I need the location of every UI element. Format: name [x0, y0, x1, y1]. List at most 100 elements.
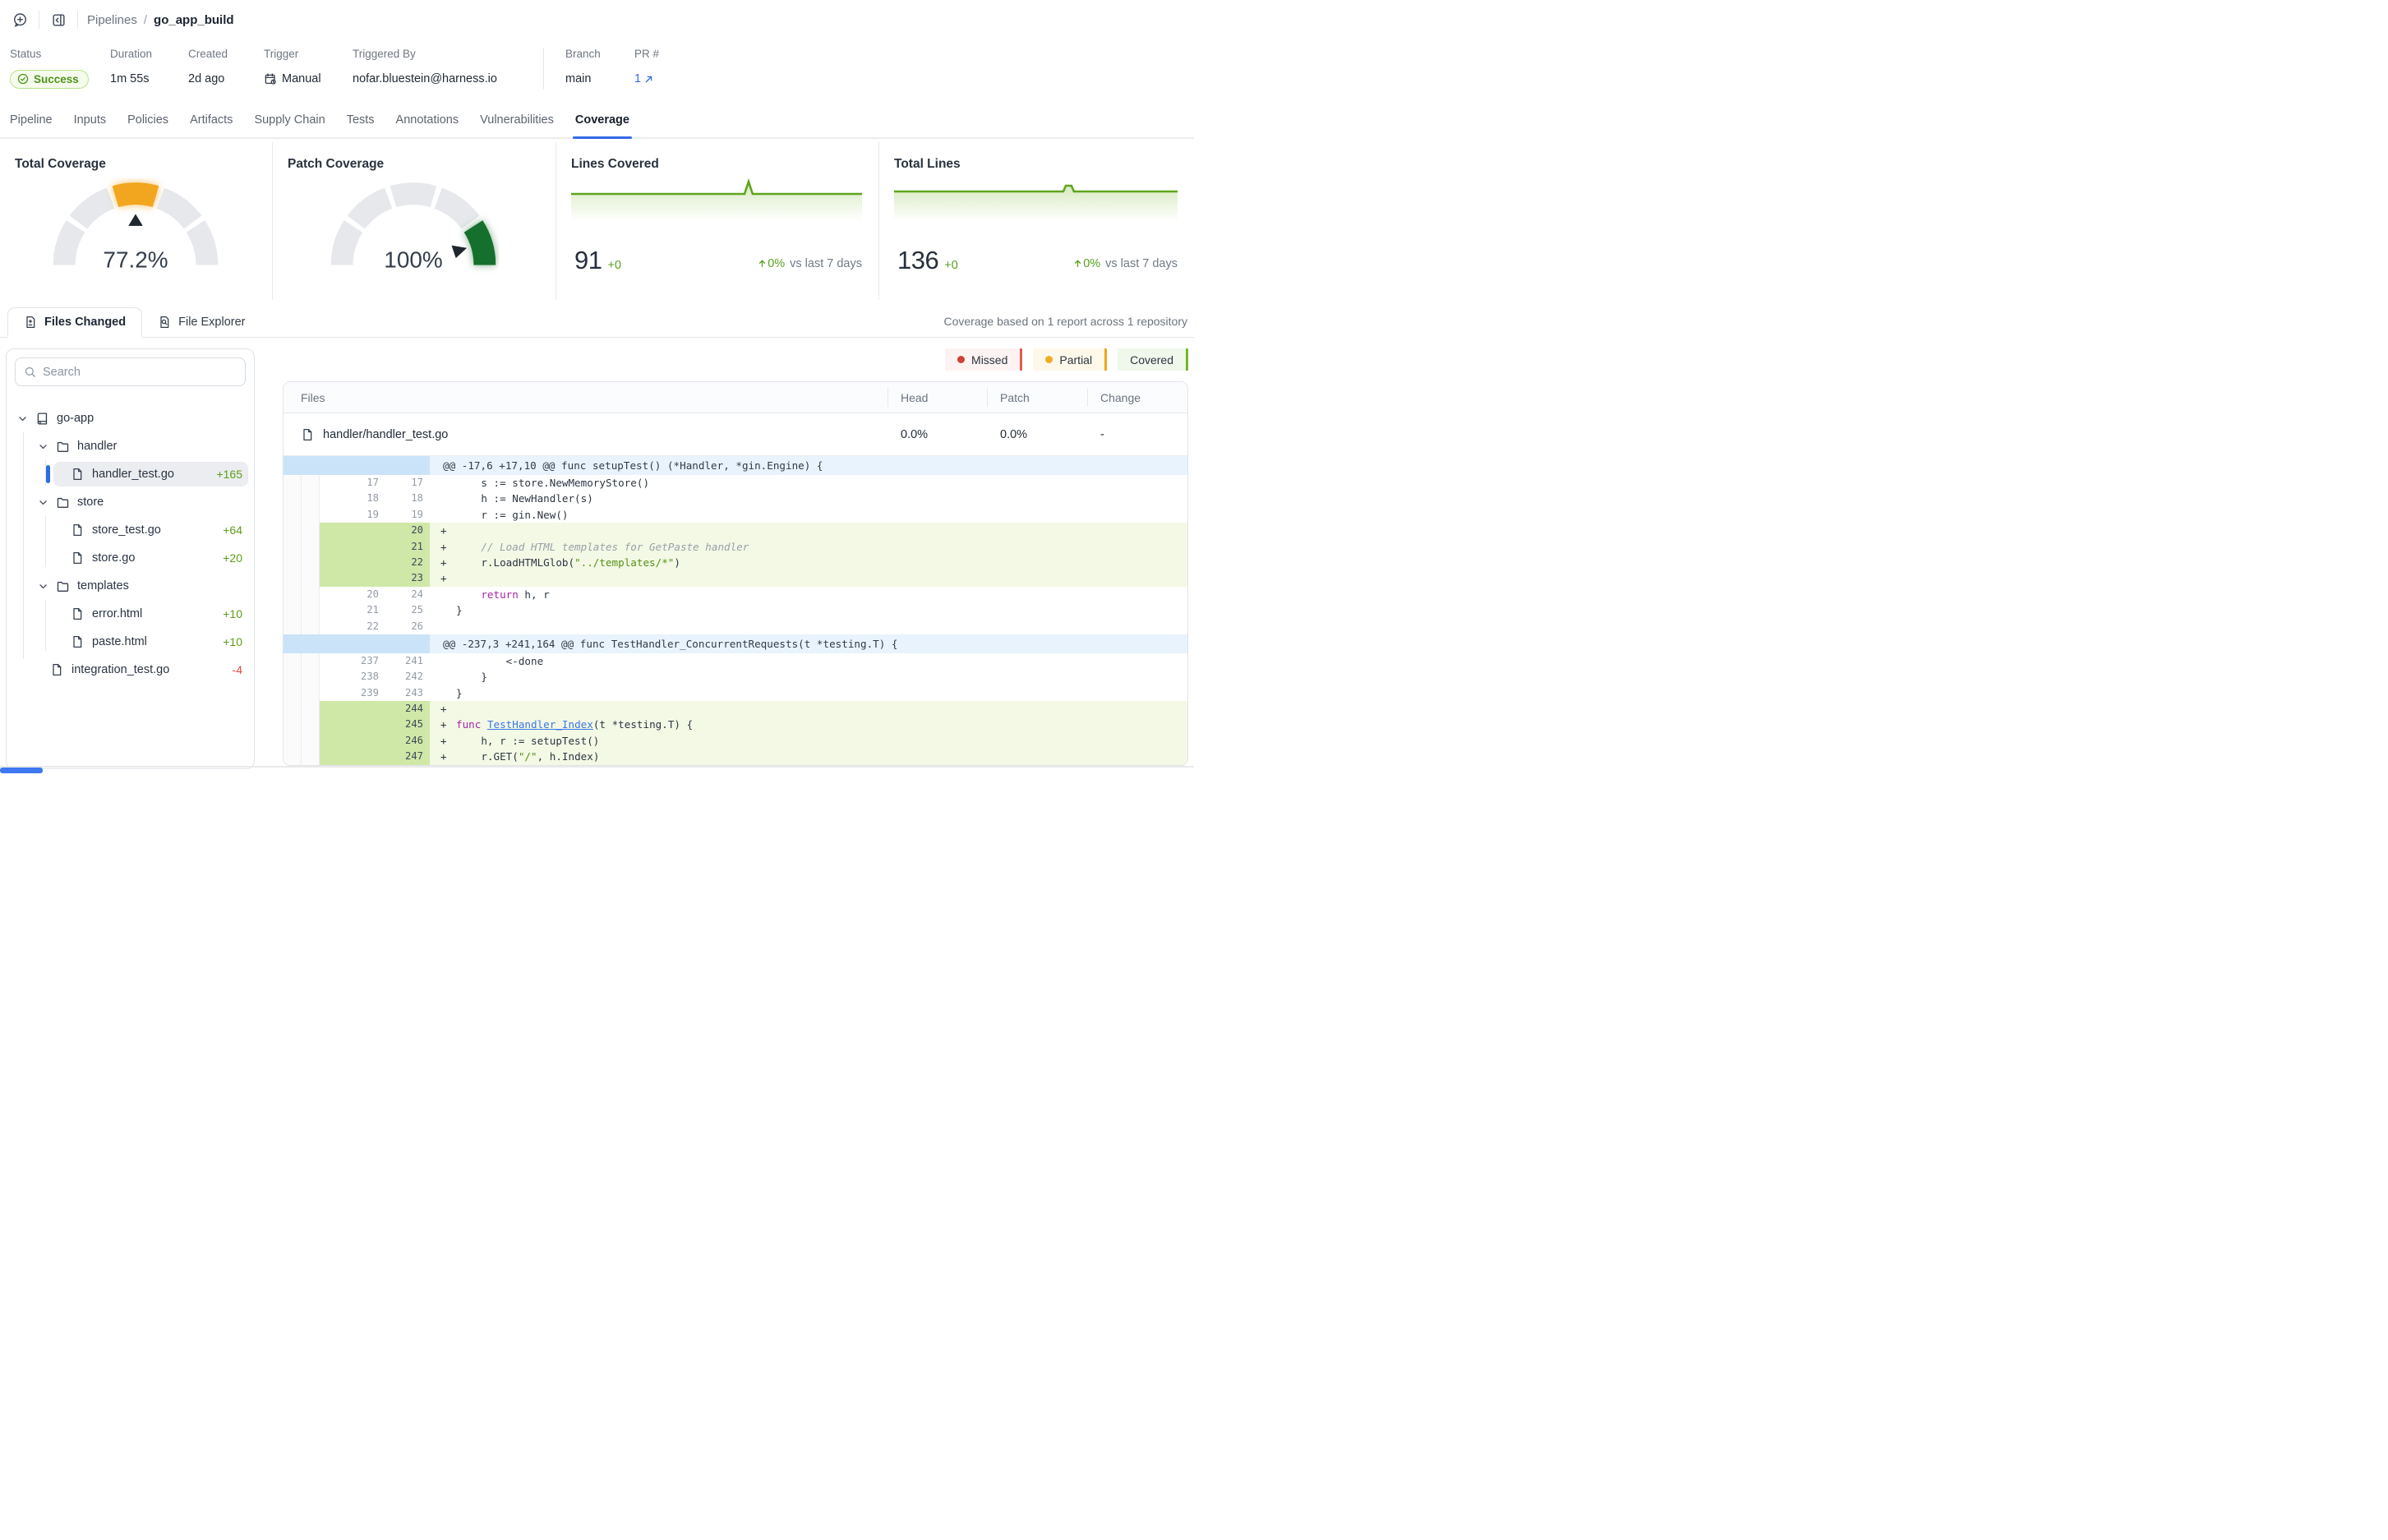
search-box [15, 357, 246, 386]
tree-item-store-test-go[interactable]: store_test.go +64 [7, 516, 254, 544]
tree-item-label: store_test.go [92, 523, 161, 537]
file-row[interactable]: handler/handler_test.go 0.0% 0.0% - [284, 413, 1187, 456]
trigger-field: Trigger Manual [264, 48, 353, 90]
breadcrumb-separator: / [144, 13, 147, 27]
tree-item-label: templates [77, 579, 129, 592]
tree-item-store-go[interactable]: store.go +20 [7, 544, 254, 572]
file-icon [71, 468, 92, 481]
column-header-files: Files [284, 382, 887, 413]
tab-annotations[interactable]: Annotations [385, 103, 470, 137]
chevron-down-icon[interactable] [38, 497, 56, 508]
stats-band: Total Coverage 77.2% Patch Coverage [0, 142, 1194, 300]
tab-policies[interactable]: Policies [117, 103, 179, 137]
tree-item-store[interactable]: store [7, 488, 254, 516]
chevron-down-icon[interactable] [38, 581, 56, 592]
triggered-by-field: Triggered By nofar.bluestein@harness.io [353, 48, 543, 90]
annotation-gutter [302, 653, 320, 669]
total-lines-card: Total Lines 136 +0 0% vs last 7 days [878, 142, 1194, 300]
legend-dot-icon [1045, 356, 1053, 363]
diff-line: 237 241 <-done [284, 653, 1187, 669]
coverage-gutter [284, 475, 302, 491]
pr-link[interactable]: 1 [634, 72, 655, 85]
card-title: Lines Covered [571, 157, 862, 172]
feedback-bubble-plus-icon[interactable] [10, 10, 30, 30]
tab-pipeline[interactable]: Pipeline [10, 103, 63, 137]
legend-chip-covered[interactable]: Covered [1118, 348, 1188, 371]
diff-line: 20 24 return h, r [284, 587, 1187, 602]
tab-inputs[interactable]: Inputs [63, 103, 118, 137]
lines-covered-delta: +0 [607, 259, 621, 272]
horizontal-scrollbar-thumb[interactable] [0, 768, 43, 773]
tree-item-label: store.go [92, 551, 135, 565]
total-lines-value: 136 [897, 246, 938, 275]
new-line-number: 247 [384, 749, 430, 764]
tree-item-paste-html[interactable]: paste.html +10 [7, 628, 254, 656]
annotation-gutter [302, 602, 320, 618]
diff-line: 244 + [284, 701, 1187, 717]
diff-line: 247 + r.GET("/", h.Index) [284, 749, 1187, 764]
tab-coverage[interactable]: Coverage [565, 103, 640, 137]
legend-chip-partial[interactable]: Partial [1033, 348, 1107, 371]
tree-item-templates[interactable]: templates [7, 572, 254, 600]
diff-sign: + [440, 733, 456, 749]
old-line-number: 22 [320, 619, 384, 634]
annotation-gutter [302, 749, 320, 764]
divider [543, 48, 544, 90]
folder-icon [56, 496, 77, 509]
diff-line: 21 + // Load HTML templates for GetPaste… [284, 539, 1187, 555]
old-line-number [320, 701, 384, 717]
tree-item-label: store [77, 496, 104, 509]
code-text: + h, r := setupTest() [430, 733, 1187, 749]
tab-vulnerabilities[interactable]: Vulnerabilities [469, 103, 565, 137]
tab-file-explorer[interactable]: File Explorer [142, 307, 260, 337]
tab-files-changed[interactable]: Files Changed [7, 307, 142, 338]
tree-item-handler-test-go[interactable]: handler_test.go +165 [7, 460, 254, 488]
tree-item-label: handler_test.go [92, 468, 174, 481]
tab-supply-chain[interactable]: Supply Chain [243, 103, 335, 137]
new-line-number: 244 [384, 701, 430, 717]
annotation-gutter [302, 555, 320, 570]
new-line-number: 22 [384, 555, 430, 570]
coverage-gutter [284, 523, 302, 538]
coverage-gutter [284, 685, 302, 701]
tree-item-handler[interactable]: handler [7, 432, 254, 460]
diff-line: 22 26 [284, 619, 1187, 634]
selected-indicator [46, 465, 50, 483]
search-input[interactable] [43, 366, 237, 379]
lines-covered-value: 91 [574, 246, 602, 275]
total-coverage-gauge: 77.2% [50, 178, 221, 279]
old-line-number: 239 [320, 685, 384, 701]
chevron-down-icon[interactable] [17, 413, 35, 424]
new-line-number: 17 [384, 475, 430, 491]
gauge-value: 100% [384, 247, 442, 273]
tree-item-go-app[interactable]: go-app [7, 404, 254, 432]
code-text [430, 619, 1187, 634]
diff-hunk-header: @@ -17,6 +17,10 @@ func setupTest() (*Ha… [284, 456, 1187, 475]
tree-item-error-html[interactable]: error.html +10 [7, 600, 254, 628]
code-text: return h, r [430, 587, 1187, 602]
breadcrumb-section[interactable]: Pipelines [87, 13, 137, 27]
collapse-panel-icon[interactable] [48, 10, 68, 30]
tree-item-delta: +64 [223, 523, 242, 537]
tab-tests[interactable]: Tests [336, 103, 385, 137]
card-title: Total Coverage [15, 157, 256, 172]
lines-covered-card: Lines Covered 91 +0 0% vs last 7 days [556, 142, 878, 300]
coverage-gutter [284, 507, 302, 523]
annotation-gutter [302, 669, 320, 685]
legend-chip-missed[interactable]: Missed [945, 348, 1022, 371]
head-coverage: 0.0% [887, 428, 987, 441]
arrow-up-right-icon [643, 73, 655, 85]
diff-sign: + [440, 539, 456, 555]
new-line-number: 24 [384, 587, 430, 602]
gauge-value: 77.2% [103, 247, 168, 273]
tree-item-integration-test-go[interactable]: integration_test.go -4 [7, 656, 254, 684]
lines-covered-sparkline [571, 178, 862, 221]
tree-item-label: error.html [92, 607, 142, 620]
file-icon [301, 428, 314, 441]
diff-view: @@ -17,6 +17,10 @@ func setupTest() (*Ha… [284, 456, 1187, 765]
patch-coverage-card: Patch Coverage 100% [272, 142, 556, 300]
chevron-down-icon[interactable] [38, 441, 56, 452]
coverage-gutter [284, 733, 302, 749]
tab-artifacts[interactable]: Artifacts [179, 103, 243, 137]
code-text: } [430, 669, 1187, 685]
